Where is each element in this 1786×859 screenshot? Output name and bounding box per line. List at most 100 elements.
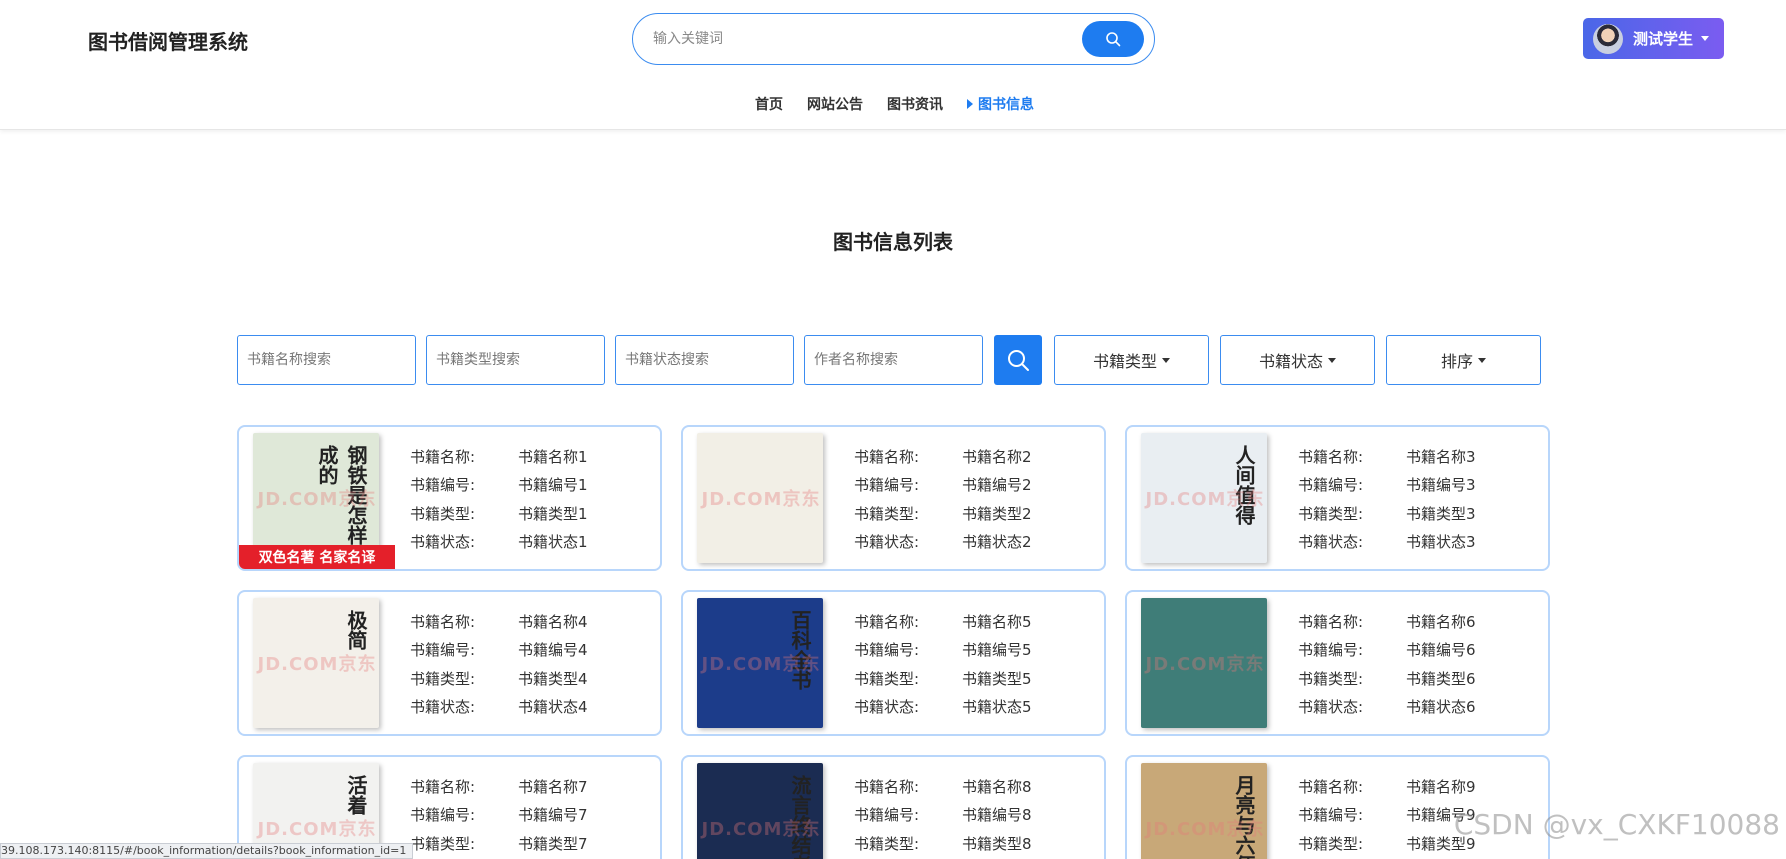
jd-watermark: JD.COM京东 <box>257 654 377 675</box>
book-card[interactable]: JD.COM京东 书籍名称: 书籍名称6 书籍编号: 书籍编号6 书籍类型: 书籍类型… <box>1125 590 1550 736</box>
jd-watermark: JD.COM京东 <box>701 819 821 840</box>
book-number-label: 书籍编号: <box>1298 476 1364 495</box>
book-card[interactable]: 百科全书 JD.COM京东 书籍名称: 书籍名称5 书籍编号: 书籍编号5 书籍类型… <box>681 590 1106 736</box>
page-title: 图书信息列表 <box>833 230 953 254</box>
book-number-label: 书籍编号: <box>854 476 920 495</box>
jd-watermark: JD.COM京东 <box>1145 654 1265 675</box>
nav-item-book-info[interactable]: 图书信息 <box>967 94 1034 114</box>
book-cover-image: 极简 JD.COM京东 <box>239 592 395 734</box>
jd-watermark: JD.COM京东 <box>257 819 377 840</box>
book-type-label: 书籍类型: <box>854 834 920 853</box>
sort-dropdown[interactable]: 排序 <box>1386 335 1541 385</box>
book-status-label: 书籍状态: <box>854 698 920 717</box>
book-name-value: 书籍名称2 <box>962 447 1032 466</box>
global-search-button[interactable] <box>1082 21 1144 57</box>
chevron-down-icon <box>1478 357 1486 363</box>
book-type-label: 书籍类型: <box>410 504 476 523</box>
book-type-dropdown[interactable]: 书籍类型 <box>1054 335 1209 385</box>
book-card[interactable]: 极简 JD.COM京东 书籍名称: 书籍名称4 书籍编号: 书籍编号4 书籍类型: 书… <box>237 590 662 736</box>
main-nav: 首页 网站公告 图书资讯 图书信息 <box>755 94 1034 114</box>
book-name-value: 书籍名称5 <box>962 612 1032 631</box>
book-number-value: 书籍编号8 <box>962 806 1032 825</box>
book-cover-image: 流言终结者 JD.COM京东 <box>683 757 839 859</box>
jd-watermark: JD.COM京东 <box>1145 819 1265 840</box>
book-status-label: 书籍状态: <box>410 533 476 552</box>
book-status-search-input[interactable] <box>615 335 794 385</box>
book-name-label: 书籍名称: <box>1298 612 1364 631</box>
book-cover-title: 极简 <box>344 610 368 650</box>
book-info: 书籍名称: 书籍名称2 书籍编号: 书籍编号2 书籍类型: 书籍类型2 书籍状态: 书籍… <box>854 442 1032 556</box>
book-info: 书籍名称: 书籍名称6 书籍编号: 书籍编号6 书籍类型: 书籍类型6 书籍状态: 书籍… <box>1298 607 1476 721</box>
book-info: 书籍名称:书籍名称9 书籍编号:书籍编号9 书籍类型:书籍类型9 书籍状态:书籍… <box>1298 772 1476 859</box>
book-info: 书籍名称: 书籍名称1 书籍编号: 书籍编号1 书籍类型: 书籍类型1 书籍状态: 书籍… <box>410 442 588 556</box>
book-number-label: 书籍编号: <box>1298 641 1364 660</box>
book-name-value: 书籍名称8 <box>962 777 1032 796</box>
book-cover-image: 月亮与六便士 JD.COM京东 <box>1127 757 1283 859</box>
filter-search-button[interactable] <box>994 335 1042 385</box>
book-name-value: 书籍名称6 <box>1406 612 1476 631</box>
nav-item-home[interactable]: 首页 <box>755 94 783 114</box>
chevron-down-icon <box>1162 357 1170 363</box>
book-cover-image: 人间值得 JD.COM京东 <box>1127 427 1283 569</box>
user-name: 测试学生 <box>1633 30 1694 48</box>
author-search-input[interactable] <box>804 335 983 385</box>
chevron-down-icon <box>1328 357 1336 363</box>
book-type-label: 书籍类型: <box>1298 834 1364 853</box>
book-type-value: 书籍类型6 <box>1406 669 1476 688</box>
promo-banner: 双色名著 名家名译 <box>239 545 395 569</box>
book-name-value: 书籍名称4 <box>518 612 588 631</box>
book-name-label: 书籍名称: <box>854 777 920 796</box>
book-type-value: 书籍类型2 <box>962 504 1032 523</box>
book-status-label: 书籍状态: <box>1298 698 1364 717</box>
user-menu-button[interactable]: 测试学生 <box>1583 18 1724 59</box>
book-info: 书籍名称: 书籍名称4 书籍编号: 书籍编号4 书籍类型: 书籍类型4 书籍状态: 书籍… <box>410 607 588 721</box>
book-card[interactable]: 流言终结者 JD.COM京东 书籍名称: 书籍名称8 书籍编号: 书籍编号8 书籍类… <box>681 755 1106 859</box>
book-card[interactable]: 人间值得 JD.COM京东 书籍名称: 书籍名称3 书籍编号: 书籍编号3 书籍类型… <box>1125 425 1550 571</box>
global-search-input[interactable] <box>653 14 1073 63</box>
book-status-value: 书籍状态1 <box>518 533 588 552</box>
browser-status-url: 39.108.173.140:8115/#/book_information/d… <box>0 843 414 859</box>
book-number-label: 书籍编号: <box>410 806 476 825</box>
book-status-value: 书籍状态5 <box>962 698 1032 717</box>
book-cover-image: 钢铁是怎样炼成的 JD.COM京东 双色名著 名家名译 <box>239 427 395 569</box>
book-name-search-input[interactable] <box>237 335 416 385</box>
book-type-label: 书籍类型: <box>854 669 920 688</box>
book-cover-image: JD.COM京东 <box>1127 592 1283 734</box>
search-icon <box>1008 350 1029 371</box>
book-info: 书籍名称: 书籍名称3 书籍编号: 书籍编号3 书籍类型: 书籍类型3 书籍状态: 书籍… <box>1298 442 1476 556</box>
book-card[interactable]: 月亮与六便士 JD.COM京东 书籍名称: 书籍名称9 书籍编号: 书籍编号9 书籍… <box>1125 755 1550 859</box>
book-name-label: 书籍名称: <box>854 612 920 631</box>
book-type-search-input[interactable] <box>426 335 605 385</box>
book-name-value: 书籍名称7 <box>518 777 588 796</box>
book-card[interactable]: JD.COM京东 书籍名称: 书籍名称2 书籍编号: 书籍编号2 书籍类型: 书籍类型… <box>681 425 1106 571</box>
book-status-value: 书籍状态2 <box>962 533 1032 552</box>
avatar <box>1593 23 1623 54</box>
active-indicator-icon <box>967 99 973 109</box>
book-status-value: 书籍状态6 <box>1406 698 1476 717</box>
book-type-value: 书籍类型8 <box>962 834 1032 853</box>
book-name-value: 书籍名称9 <box>1406 777 1476 796</box>
book-type-value: 书籍类型3 <box>1406 504 1476 523</box>
book-number-value: 书籍编号1 <box>518 476 588 495</box>
nav-item-book-news[interactable]: 图书资讯 <box>887 94 943 114</box>
book-number-label: 书籍编号: <box>410 641 476 660</box>
book-name-label: 书籍名称: <box>854 447 920 466</box>
book-status-value: 书籍状态4 <box>518 698 588 717</box>
book-info: 书籍名称: 书籍名称5 书籍编号: 书籍编号5 书籍类型: 书籍类型5 书籍状态: 书籍… <box>854 607 1032 721</box>
jd-watermark: JD.COM京东 <box>701 489 821 510</box>
book-name-value: 书籍名称3 <box>1406 447 1476 466</box>
book-type-value: 书籍类型4 <box>518 669 588 688</box>
book-name-label: 书籍名称: <box>1298 447 1364 466</box>
nav-item-announcements[interactable]: 网站公告 <box>807 94 863 114</box>
jd-watermark: JD.COM京东 <box>1145 489 1265 510</box>
book-number-label: 书籍编号: <box>1298 806 1364 825</box>
book-status-dropdown[interactable]: 书籍状态 <box>1220 335 1375 385</box>
book-status-label: 书籍状态: <box>854 533 920 552</box>
book-number-value: 书籍编号2 <box>962 476 1032 495</box>
book-name-label: 书籍名称: <box>1298 777 1364 796</box>
book-name-label: 书籍名称: <box>410 447 476 466</box>
jd-watermark: JD.COM京东 <box>257 489 377 510</box>
book-card[interactable]: 钢铁是怎样炼成的 JD.COM京东 双色名著 名家名译 书籍名称: 书籍名称1 书… <box>237 425 662 571</box>
book-type-label: 书籍类型: <box>1298 504 1364 523</box>
book-number-label: 书籍编号: <box>854 641 920 660</box>
